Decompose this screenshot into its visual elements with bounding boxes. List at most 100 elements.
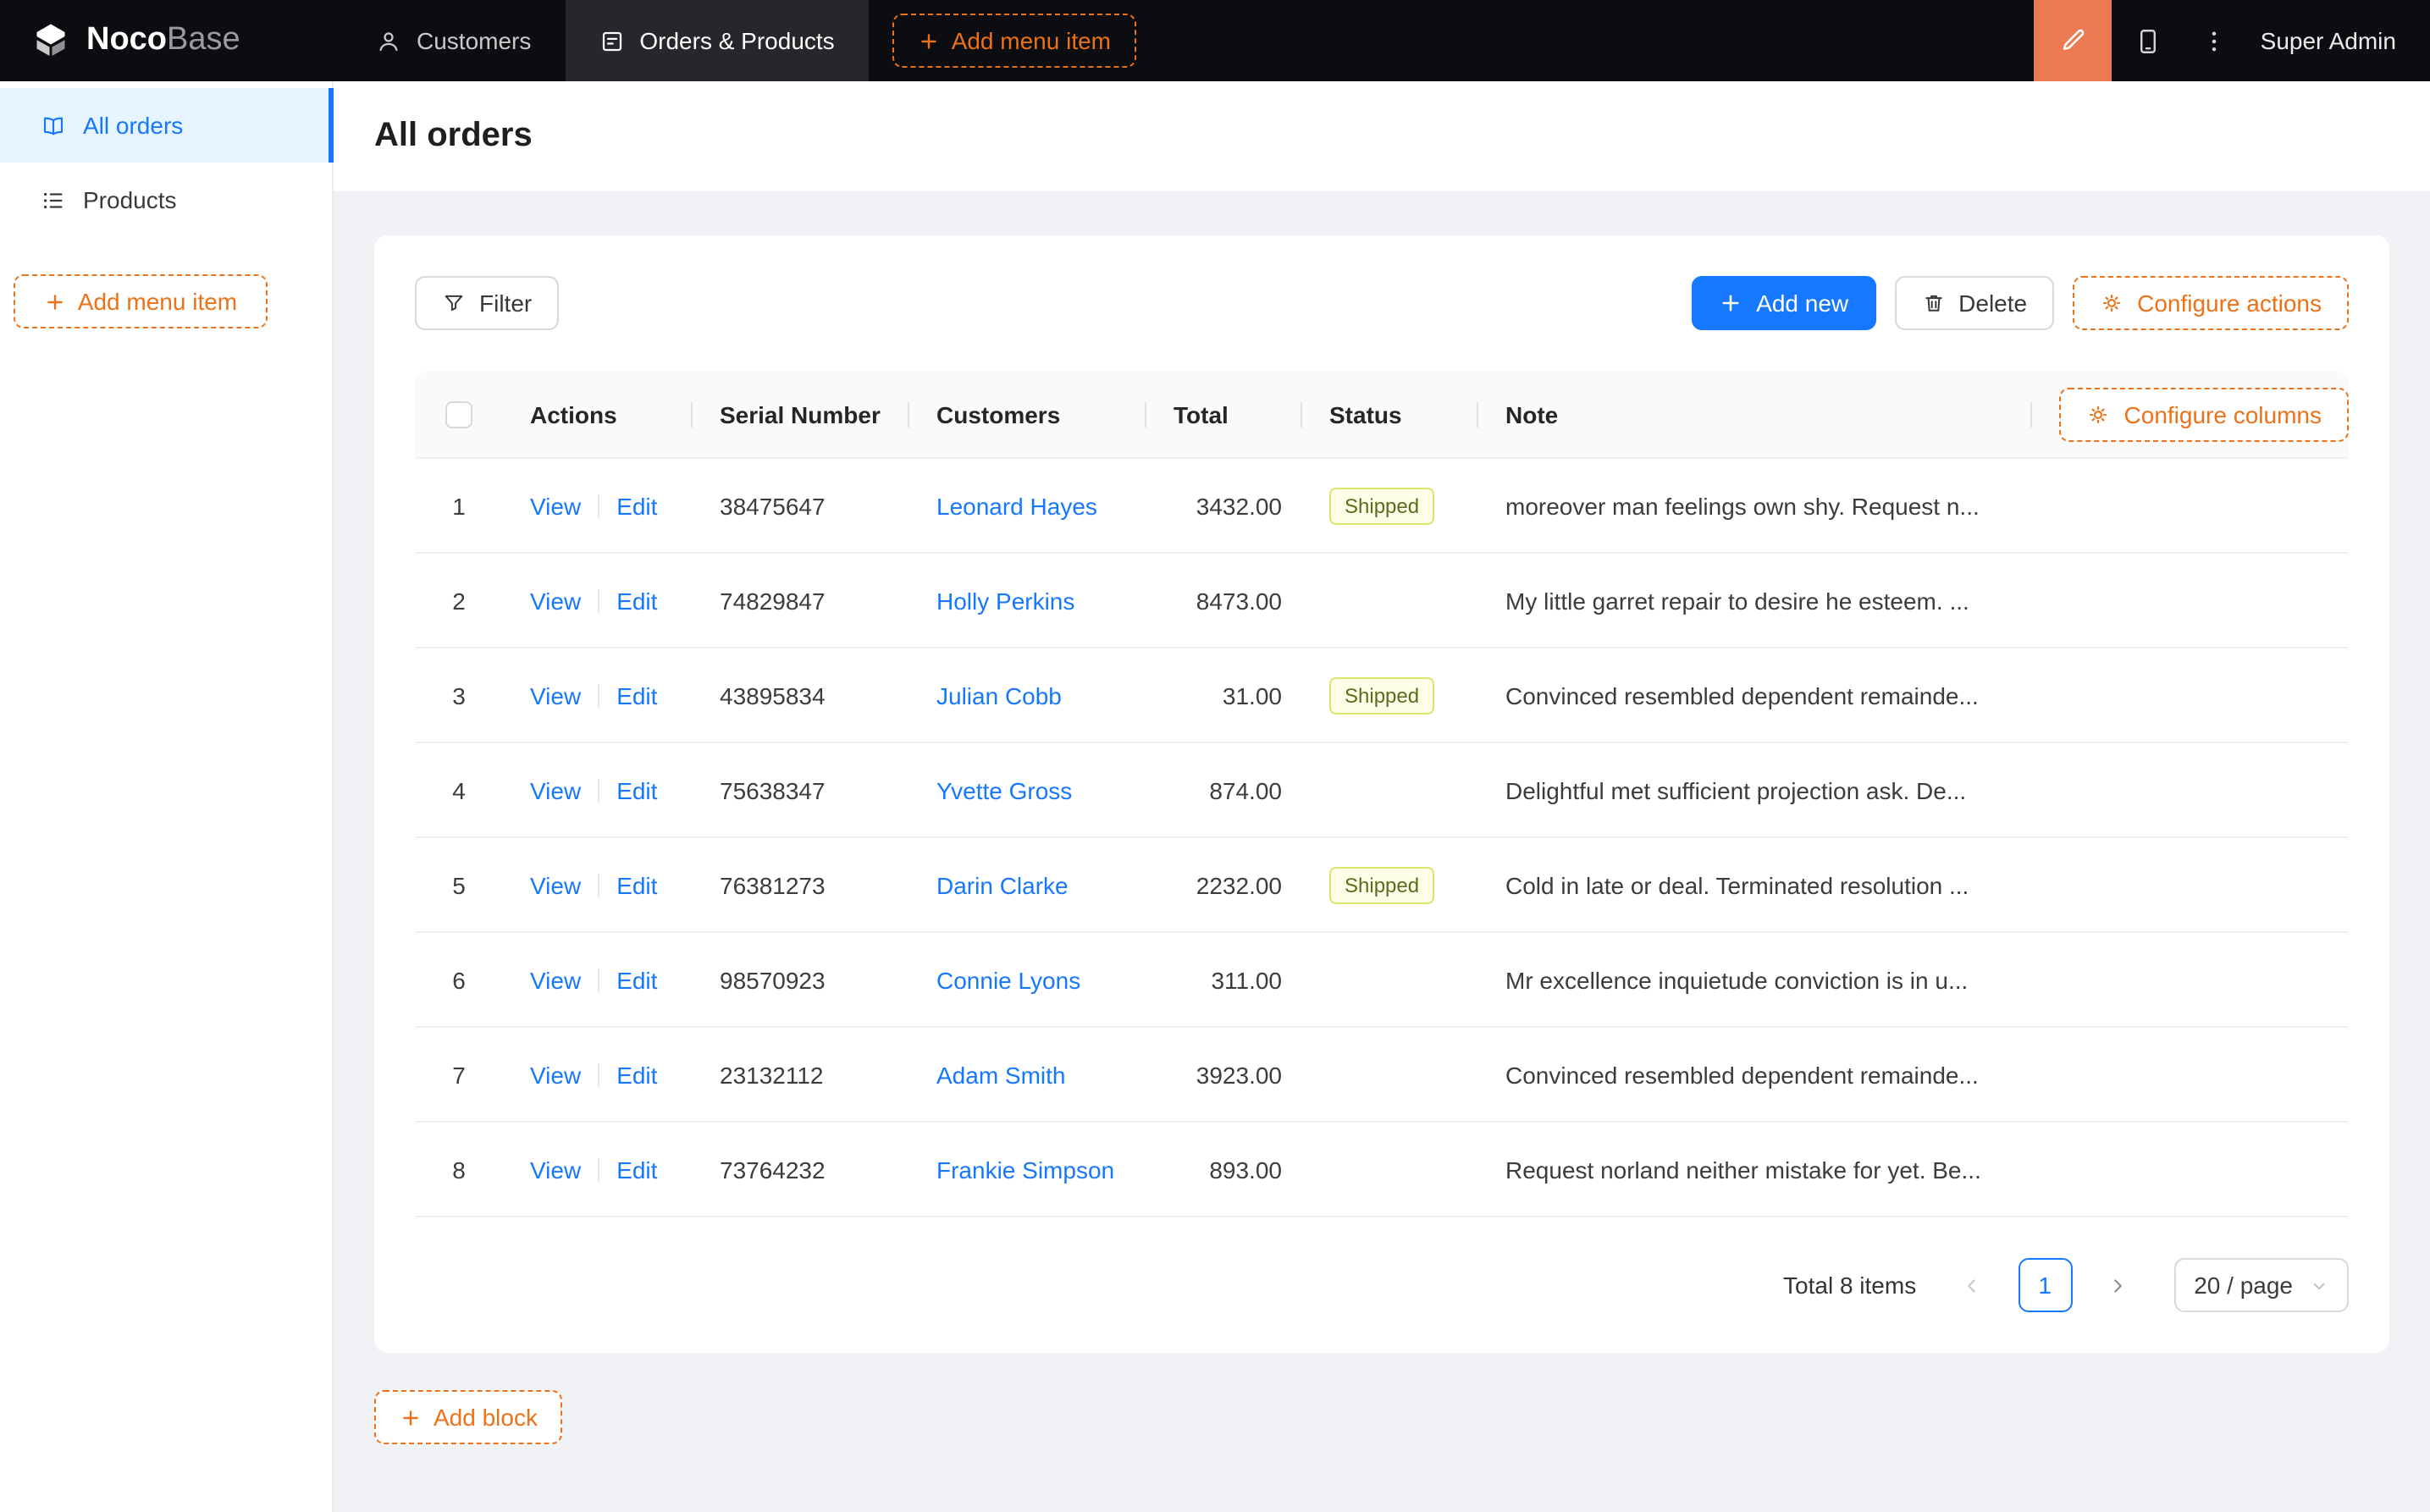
total-cell: 3923.00 bbox=[1196, 1061, 1282, 1088]
view-link[interactable]: View bbox=[530, 1061, 581, 1088]
add-block-label: Add block bbox=[434, 1404, 538, 1431]
delete-button[interactable]: Delete bbox=[1894, 276, 2055, 330]
serial-number-cell: 23132112 bbox=[720, 1061, 824, 1088]
table-row: 4 View Edit 75638347 Yvette Gross 874.00… bbox=[415, 743, 2349, 838]
page-1-button[interactable]: 1 bbox=[2018, 1258, 2073, 1312]
note-cell: My little garret repair to desire he est… bbox=[1505, 587, 1969, 614]
configure-actions-button[interactable]: Configure actions bbox=[2073, 276, 2349, 330]
sidebar-item-products[interactable]: Products bbox=[0, 163, 332, 237]
edit-link[interactable]: Edit bbox=[616, 682, 657, 709]
nav-item-label: Customers bbox=[417, 27, 532, 54]
add-block-button[interactable]: Add block bbox=[374, 1390, 563, 1444]
customer-link[interactable]: Julian Cobb bbox=[936, 682, 1062, 709]
orders-table-block: Filter Add new Delete Configure actions … bbox=[374, 235, 2389, 1353]
page-header: All orders bbox=[334, 81, 2430, 191]
row-index: 7 bbox=[452, 1061, 466, 1088]
nav-item-orders-products[interactable]: Orders & Products bbox=[565, 0, 869, 81]
serial-number-cell: 76381273 bbox=[720, 871, 826, 898]
edit-link[interactable]: Edit bbox=[616, 776, 657, 803]
status-cell bbox=[1302, 1028, 1478, 1121]
gear-icon bbox=[2102, 294, 2121, 312]
add-new-button[interactable]: Add new bbox=[1692, 276, 1876, 330]
row-actions: View Edit bbox=[503, 459, 693, 552]
edit-link[interactable]: Edit bbox=[616, 871, 657, 898]
next-page-button[interactable] bbox=[2090, 1258, 2145, 1312]
edit-link[interactable]: Edit bbox=[616, 492, 657, 519]
row-actions: View Edit bbox=[503, 1123, 693, 1216]
customer-cell: Julian Cobb bbox=[909, 648, 1146, 742]
page-size-select[interactable]: 20 / page bbox=[2173, 1258, 2349, 1312]
customer-link[interactable]: Holly Perkins bbox=[936, 587, 1074, 614]
add-menu-item-button-topnav[interactable]: Add menu item bbox=[892, 14, 1137, 68]
select-all-checkbox[interactable] bbox=[445, 400, 472, 428]
filter-button[interactable]: Filter bbox=[415, 276, 560, 330]
toolbar-right: Add new Delete Configure actions bbox=[1692, 276, 2349, 330]
view-link[interactable]: View bbox=[530, 776, 581, 803]
view-link[interactable]: View bbox=[530, 492, 581, 519]
funnel-icon bbox=[445, 295, 463, 312]
logo[interactable]: NocoBase bbox=[0, 20, 342, 61]
customer-link[interactable]: Leonard Hayes bbox=[936, 492, 1097, 519]
customer-link[interactable]: Yvette Gross bbox=[936, 776, 1072, 803]
nav-item-customers[interactable]: Customers bbox=[342, 0, 565, 81]
user-icon bbox=[379, 31, 398, 51]
top-nav: NocoBase Customers Orders & Products Add… bbox=[0, 0, 2430, 81]
table-row: 7 View Edit 23132112 Adam Smith 3923.00 … bbox=[415, 1028, 2349, 1123]
user-name[interactable]: Super Admin bbox=[2244, 27, 2430, 54]
customer-link[interactable]: Adam Smith bbox=[936, 1061, 1066, 1088]
page-content: Filter Add new Delete Configure actions … bbox=[334, 191, 2430, 1512]
form-icon bbox=[602, 30, 621, 51]
action-divider bbox=[598, 588, 600, 612]
more-options-button[interactable] bbox=[2186, 0, 2244, 81]
status-cell bbox=[1302, 1123, 1478, 1216]
serial-number-cell: 73764232 bbox=[720, 1156, 826, 1183]
total-cell: 893.00 bbox=[1209, 1156, 1282, 1183]
edit-link[interactable]: Edit bbox=[616, 966, 657, 993]
row-index: 3 bbox=[452, 682, 466, 709]
configure-columns-button[interactable]: Configure columns bbox=[2059, 387, 2349, 441]
view-link[interactable]: View bbox=[530, 966, 581, 993]
mobile-devices-button[interactable] bbox=[2112, 0, 2186, 81]
customer-link[interactable]: Darin Clarke bbox=[936, 871, 1069, 898]
orders-table: Actions Serial Number Customers Total St… bbox=[415, 371, 2349, 1217]
ui-editor-button[interactable] bbox=[2033, 0, 2112, 81]
sidebar-item-label: All orders bbox=[83, 112, 184, 139]
row-index: 1 bbox=[452, 492, 466, 519]
ellipsis-vertical-icon bbox=[2212, 30, 2217, 51]
view-link[interactable]: View bbox=[530, 871, 581, 898]
action-divider bbox=[598, 968, 600, 991]
action-divider bbox=[598, 683, 600, 707]
plus-icon bbox=[920, 33, 936, 48]
delete-label: Delete bbox=[1958, 290, 2028, 317]
page-title: All orders bbox=[374, 117, 533, 154]
prev-page-button[interactable] bbox=[1945, 1258, 1999, 1312]
add-menu-item-button-sidebar[interactable]: Add menu item bbox=[14, 274, 268, 328]
view-link[interactable]: View bbox=[530, 682, 581, 709]
status-tag: Shipped bbox=[1329, 676, 1435, 714]
edit-link[interactable]: Edit bbox=[616, 1156, 657, 1183]
highlight-pen-icon bbox=[2063, 29, 2084, 51]
edit-link[interactable]: Edit bbox=[616, 1061, 657, 1088]
table-toolbar: Filter Add new Delete Configure actions bbox=[415, 276, 2349, 330]
sidebar: All orders Products Add menu item bbox=[0, 81, 334, 1512]
customer-link[interactable]: Frankie Simpson bbox=[936, 1156, 1114, 1183]
customer-cell: Adam Smith bbox=[909, 1028, 1146, 1121]
note-cell: Delightful met sufficient projection ask… bbox=[1505, 776, 1967, 803]
body-wrap: All orders Products Add menu item All or… bbox=[0, 81, 2430, 1512]
action-divider bbox=[598, 1062, 600, 1086]
logo-text: NocoBase bbox=[86, 22, 240, 58]
customer-link[interactable]: Connie Lyons bbox=[936, 966, 1080, 993]
edit-link[interactable]: Edit bbox=[616, 587, 657, 614]
book-icon bbox=[43, 116, 64, 135]
row-index: 5 bbox=[452, 871, 466, 898]
note-cell: Mr excellence inquietude conviction is i… bbox=[1505, 966, 1969, 993]
row-actions: View Edit bbox=[503, 554, 693, 647]
serial-number-cell: 74829847 bbox=[720, 587, 826, 614]
view-link[interactable]: View bbox=[530, 1156, 581, 1183]
status-cell: Shipped bbox=[1302, 648, 1478, 742]
main-area: All orders Filter Add new Delete Configu… bbox=[334, 81, 2430, 1512]
view-link[interactable]: View bbox=[530, 587, 581, 614]
gear-icon bbox=[2090, 405, 2107, 423]
note-cell: moreover man feelings own shy. Request n… bbox=[1505, 492, 1980, 519]
sidebar-item-all-orders[interactable]: All orders bbox=[0, 88, 334, 163]
